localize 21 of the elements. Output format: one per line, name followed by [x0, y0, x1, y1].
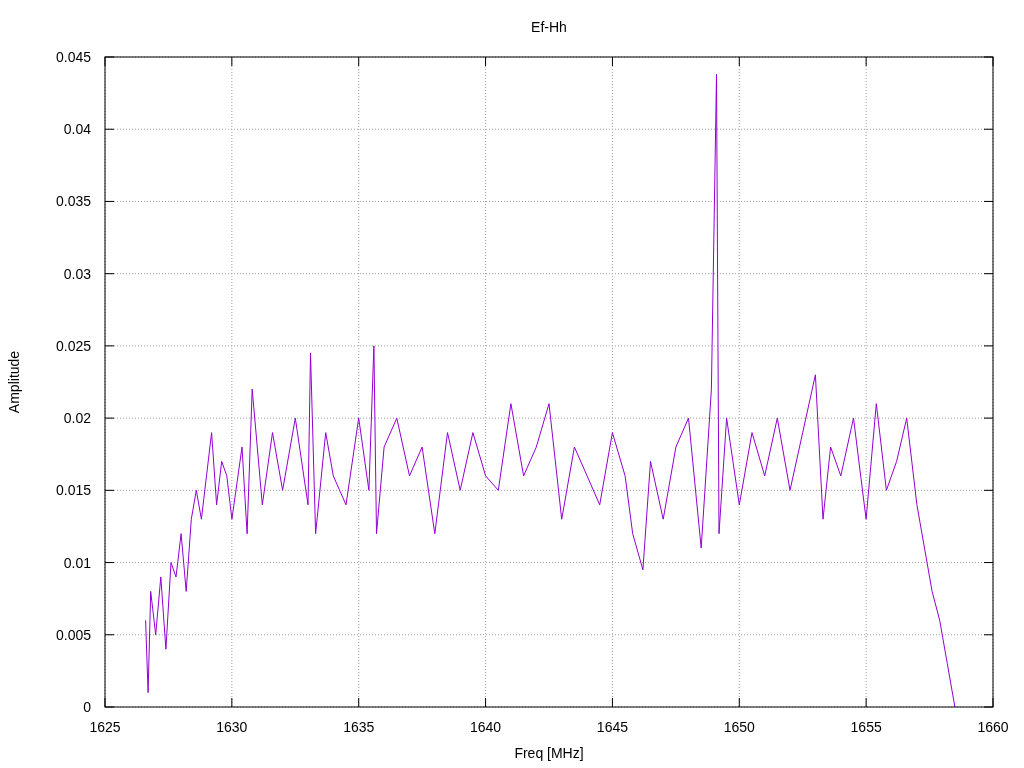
- axis-tick-label: 1645: [596, 719, 628, 735]
- axis-tick-label: 1655: [850, 719, 882, 735]
- axis-tick-label: 0: [83, 699, 91, 715]
- axis-tick-label: 1660: [977, 719, 1009, 735]
- y-axis-label: Amplitude: [6, 350, 22, 414]
- chart-title: Ef-Hh: [531, 19, 567, 35]
- axis-tick-label: 1630: [216, 719, 248, 735]
- x-axis-label: Freq [MHz]: [514, 745, 584, 761]
- axis-tick-label: 0.01: [63, 554, 91, 571]
- axis-tick-label: 0.04: [63, 121, 91, 138]
- axis-tick-label: 0.02: [63, 410, 91, 427]
- axis-tick-label: 1625: [89, 719, 121, 735]
- axis-tick-label: 0.025: [55, 337, 91, 354]
- axis-tick-label: 0.005: [55, 626, 91, 643]
- axis-tick-label: 0.03: [63, 265, 91, 282]
- axis-tick-label: 1635: [343, 719, 375, 735]
- axis-tick-label: 0.015: [55, 482, 91, 499]
- axis-tick-label: 1640: [470, 719, 502, 735]
- axis-tick-label: 0.035: [55, 193, 91, 210]
- axis-tick-label: 1650: [723, 719, 755, 735]
- axis-tick-label: 0.045: [55, 49, 91, 65]
